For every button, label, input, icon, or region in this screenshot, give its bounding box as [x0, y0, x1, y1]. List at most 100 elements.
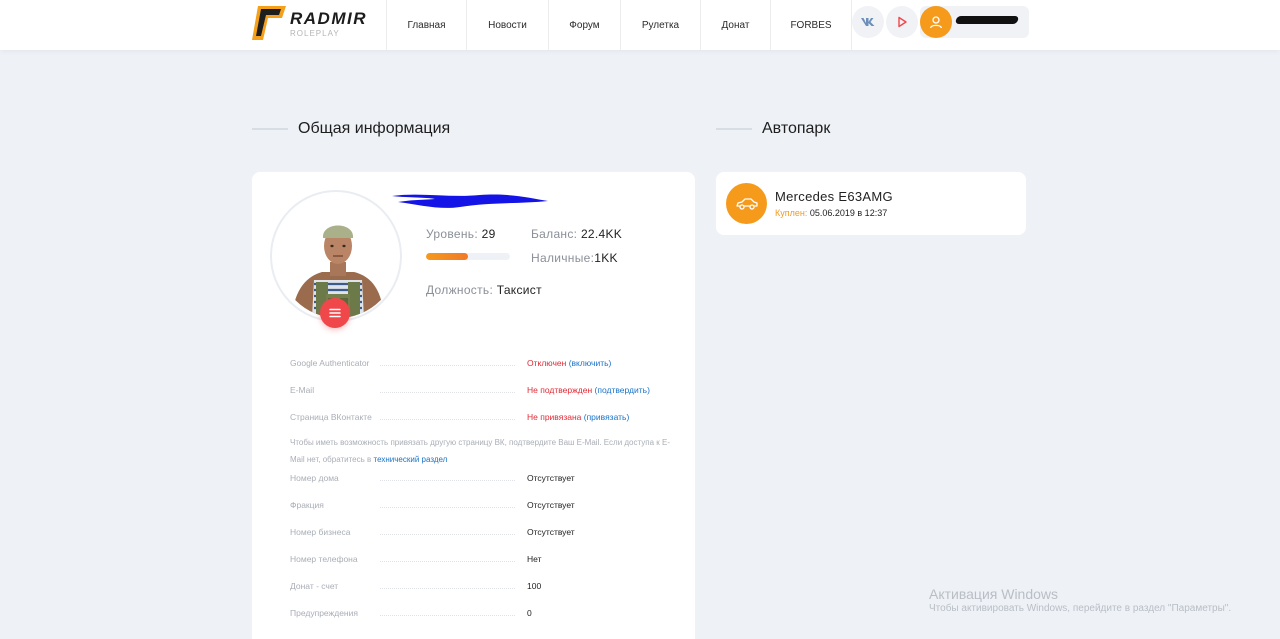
level-progress-bar	[426, 253, 510, 260]
position-value: Таксист	[496, 283, 542, 297]
nav-label: FORBES	[790, 19, 832, 31]
nav-label: Рулетка	[641, 19, 680, 31]
phone-number-value: Нет	[527, 554, 542, 564]
level-value: 29	[481, 227, 496, 241]
car-icon-badge	[726, 183, 767, 224]
vk-button[interactable]	[852, 6, 884, 38]
user-icon	[929, 16, 943, 29]
nav-item-forbes[interactable]: FORBES	[770, 0, 852, 50]
donate-account-label: Донат - счет	[290, 581, 339, 591]
vehicle-card[interactable]: Mercedes E63AMG Куплен: 05.06.2019 в 12:…	[716, 172, 1026, 235]
confirm-email-link[interactable]: (подтвердить)	[595, 385, 650, 395]
logo-name: RADMIR	[290, 9, 367, 28]
redacted-username	[954, 16, 1020, 24]
house-number-row: Номер дома Отсутствует	[290, 473, 690, 487]
nav-item-donate[interactable]: Донат	[700, 0, 770, 50]
user-menu[interactable]	[920, 6, 1029, 38]
google-auth-label: Google Authenticator	[290, 358, 370, 368]
general-info-heading: Общая информация	[252, 120, 450, 138]
row-divider	[380, 480, 515, 481]
profile-card: Уровень: 29 Баланс: 22.4KK Наличные:1KK …	[252, 172, 695, 639]
row-divider	[380, 365, 515, 366]
fleet-title: Автопарк	[762, 120, 831, 137]
balance-stat: Баланс: 22.4KK	[531, 227, 622, 241]
house-number-label: Номер дома	[290, 473, 339, 483]
cash-label: Наличные:	[531, 251, 595, 265]
radmir-logo[interactable]: RADMIR ROLEPLAY	[252, 4, 382, 44]
warnings-row: Предупреждения 0	[290, 608, 690, 622]
email-row: E-Mail Не подтвержден (подтвердить)	[290, 385, 690, 399]
warnings-label: Предупреждения	[290, 608, 358, 618]
cash-stat: Наличные:1KK	[531, 251, 618, 265]
google-auth-status: Отключен	[527, 358, 567, 368]
email-value: Не подтвержден (подтвердить)	[527, 385, 650, 395]
row-divider	[380, 588, 515, 589]
car-purchase-date: Куплен: 05.06.2019 в 12:37	[775, 208, 887, 218]
balance-value: 22.4KK	[580, 227, 623, 241]
avatar-menu-button[interactable]	[320, 298, 350, 328]
nav-label: Форум	[569, 19, 600, 31]
nav-item-roulette[interactable]: Рулетка	[620, 0, 700, 50]
row-divider	[380, 561, 515, 562]
row-divider	[380, 534, 515, 535]
logo-subtitle: ROLEPLAY	[290, 29, 340, 38]
faction-row: Фракция Отсутствует	[290, 500, 690, 514]
windows-activation-text: Чтобы активировать Windows, перейдите в …	[929, 603, 1232, 614]
warnings-value: 0	[527, 608, 532, 618]
row-divider	[380, 507, 515, 508]
position-label: Должность:	[426, 283, 494, 297]
user-avatar	[920, 6, 952, 38]
level-stat: Уровень: 29	[426, 227, 496, 241]
enable-google-auth-link[interactable]: (включить)	[569, 358, 612, 368]
email-label: E-Mail	[290, 385, 315, 395]
logo-mark-icon	[252, 6, 286, 40]
nav-label: Главная	[407, 19, 446, 31]
row-divider	[380, 419, 515, 420]
donate-account-value: 100	[527, 581, 542, 591]
vk-note: Чтобы иметь возможность привязать другую…	[290, 434, 675, 468]
nav-item-news[interactable]: Новости	[466, 0, 548, 50]
faction-label: Фракция	[290, 500, 324, 510]
nav-label: Донат	[721, 19, 750, 31]
vk-page-row: Страница ВКонтакте Не привязана (привяза…	[290, 412, 690, 426]
phone-number-label: Номер телефона	[290, 554, 358, 564]
main-nav: Главная Новости Форум Рулетка Донат FORB…	[386, 0, 852, 50]
hamburger-icon	[329, 308, 341, 318]
windows-activation-title: Активация Windows	[929, 586, 1059, 602]
row-divider	[380, 615, 515, 616]
heading-line	[716, 128, 752, 130]
nav-item-home[interactable]: Главная	[386, 0, 466, 50]
vk-page-label: Страница ВКонтакте	[290, 412, 372, 422]
site-header: RADMIR ROLEPLAY Главная Новости Форум Ру…	[0, 0, 1280, 50]
vk-page-status: Не привязана	[527, 412, 582, 422]
faction-value: Отсутствует	[527, 500, 575, 510]
house-number-value: Отсутствует	[527, 473, 575, 483]
play-icon	[898, 16, 907, 28]
business-number-row: Номер бизнеса Отсутствует	[290, 527, 690, 541]
tech-section-link[interactable]: технический раздел	[374, 455, 448, 464]
business-number-label: Номер бизнеса	[290, 527, 351, 537]
balance-label: Баланс:	[531, 227, 578, 241]
google-auth-row: Google Authenticator Отключен (включить)	[290, 358, 690, 372]
position-stat: Должность: Таксист	[426, 283, 542, 297]
car-name: Mercedes E63AMG	[775, 189, 893, 204]
fleet-heading: Автопарк	[716, 120, 830, 138]
nav-item-forum[interactable]: Форум	[548, 0, 620, 50]
general-info-title: Общая информация	[298, 120, 451, 137]
youtube-button[interactable]	[886, 6, 918, 38]
nav-label: Новости	[488, 19, 527, 31]
row-divider	[380, 392, 515, 393]
heading-line	[252, 128, 288, 130]
google-auth-value: Отключен (включить)	[527, 358, 611, 368]
business-number-value: Отсутствует	[527, 527, 575, 537]
phone-number-row: Номер телефона Нет	[290, 554, 690, 568]
cash-value: 1KK	[594, 251, 618, 265]
link-vk-link[interactable]: (привязать)	[584, 412, 630, 422]
car-bought-value: 05.06.2019 в 12:37	[809, 208, 888, 218]
vk-icon	[861, 18, 875, 26]
redacted-player-name	[392, 194, 548, 208]
level-progress-fill	[426, 253, 468, 260]
email-status: Не подтвержден	[527, 385, 593, 395]
car-bought-label: Куплен:	[775, 208, 808, 218]
vk-page-value: Не привязана (привязать)	[527, 412, 629, 422]
